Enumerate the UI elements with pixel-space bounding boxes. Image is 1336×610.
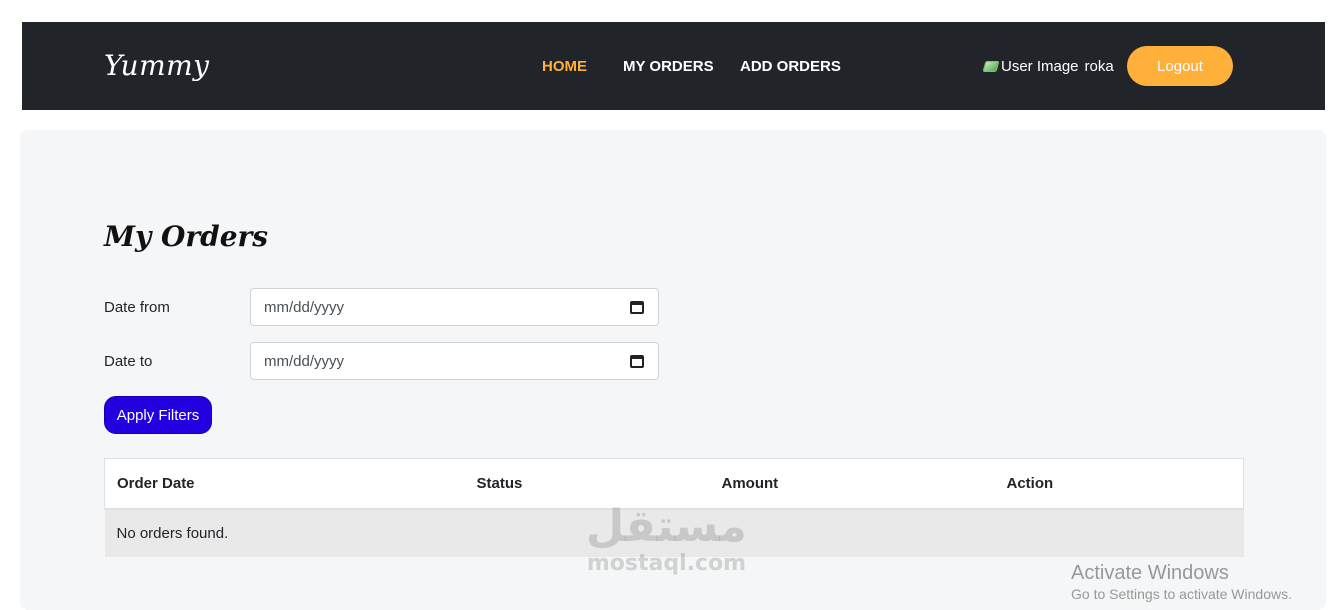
date-to-placeholder: mm/dd/yyyy <box>264 352 345 370</box>
nav-link-my-orders[interactable]: MY ORDERS <box>623 58 714 75</box>
broken-image-icon <box>982 60 998 74</box>
column-header-amount: Amount <box>709 458 995 510</box>
column-header-order-date: Order Date <box>104 458 465 510</box>
logout-button[interactable]: Logout <box>1127 46 1233 86</box>
page-title: My Orders <box>104 220 269 253</box>
calendar-icon[interactable] <box>630 354 644 368</box>
username: roka <box>1084 58 1114 75</box>
watermark: مستقل mostaql.com <box>586 501 747 577</box>
calendar-icon[interactable] <box>630 300 644 314</box>
user-image-alt-text: User Image <box>1001 58 1079 75</box>
date-to-label: Date to <box>104 353 153 370</box>
activate-windows-subtitle: Go to Settings to activate Windows. <box>1071 586 1292 602</box>
date-from-input[interactable]: mm/dd/yyyy <box>250 288 659 326</box>
column-header-action: Action <box>994 458 1244 510</box>
date-from-label: Date from <box>104 299 170 316</box>
watermark-arabic-text: مستقل <box>586 501 747 552</box>
date-from-placeholder: mm/dd/yyyy <box>264 298 345 316</box>
nav-link-add-orders[interactable]: ADD ORDERS <box>740 58 841 75</box>
user-info: User Image roka <box>982 58 1114 75</box>
top-navbar: Yummy HOME MY ORDERS ADD ORDERS User Ima… <box>22 22 1325 110</box>
nav-link-home[interactable]: HOME <box>542 58 587 75</box>
brand-logo[interactable]: Yummy <box>104 49 210 82</box>
activate-windows-title: Activate Windows <box>1071 562 1229 584</box>
apply-filters-button[interactable]: Apply Filters <box>104 396 212 434</box>
date-to-input[interactable]: mm/dd/yyyy <box>250 342 659 380</box>
watermark-latin-text: mostaql.com <box>586 551 747 576</box>
